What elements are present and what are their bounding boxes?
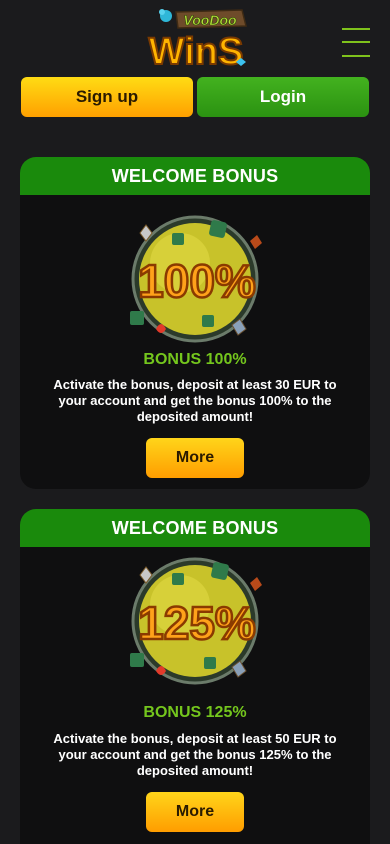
svg-text:VooDoo: VooDoo xyxy=(183,12,237,28)
logo-graphic: VooDoo WinS xyxy=(148,9,247,72)
signup-button[interactable]: Sign up xyxy=(21,77,193,117)
menu-bar-middle xyxy=(342,41,370,43)
svg-text:WinS: WinS xyxy=(149,31,244,72)
hamburger-icon[interactable] xyxy=(342,26,370,60)
top-header: VooDoo WinS xyxy=(0,0,390,76)
bonus-card: WELCOME BONUS 100% BONUS 100% Activate t… xyxy=(20,157,370,489)
card-header: WELCOME BONUS xyxy=(20,509,370,547)
bonus-title: BONUS 100% xyxy=(143,351,247,368)
bonus-badge-text: 125% xyxy=(138,597,256,649)
bonus-description: Activate the bonus, deposit at least 50 … xyxy=(53,731,337,778)
more-button[interactable]: More xyxy=(146,792,244,832)
bonus-description: Activate the bonus, deposit at least 30 … xyxy=(53,377,337,424)
bonus-card: WELCOME BONUS 125% BONUS 125% Activate t… xyxy=(20,509,370,844)
login-button[interactable]: Login xyxy=(197,77,369,117)
bonus-badge-text: 100% xyxy=(138,255,256,307)
menu-bar-bottom xyxy=(342,55,370,57)
bonus-artwork: 125% xyxy=(130,557,262,685)
bonus-title: BONUS 125% xyxy=(143,704,247,721)
card-header: WELCOME BONUS xyxy=(20,157,370,195)
menu-bar-top xyxy=(342,28,370,30)
auth-buttons: Sign up Login xyxy=(21,77,369,118)
more-button[interactable]: More xyxy=(146,438,244,478)
bonus-artwork: 100% xyxy=(130,215,262,343)
voodoo-wins-logo[interactable]: VooDoo WinS xyxy=(138,6,254,72)
